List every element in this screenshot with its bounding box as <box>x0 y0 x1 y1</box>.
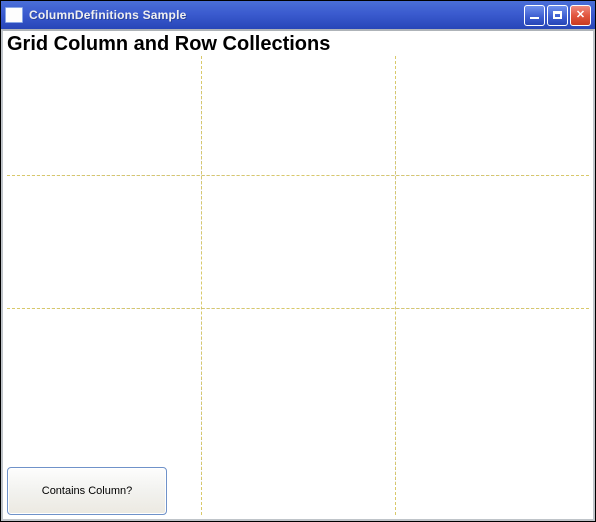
grid-vline <box>395 56 396 515</box>
grid-hline <box>7 308 589 309</box>
maximize-button[interactable] <box>547 5 568 26</box>
minimize-button[interactable] <box>524 5 545 26</box>
grid-hline <box>7 175 589 176</box>
title-bar: ColumnDefinitions Sample <box>1 1 595 29</box>
close-button[interactable] <box>570 5 591 26</box>
window-title: ColumnDefinitions Sample <box>29 8 186 22</box>
page-title: Grid Column and Row Collections <box>7 33 589 56</box>
client-area: Grid Column and Row Collections Contains… <box>1 29 595 521</box>
button-label: Contains Column? <box>42 485 133 497</box>
app-icon <box>5 7 23 23</box>
window-controls <box>524 5 591 26</box>
grid-lines <box>7 56 589 515</box>
contains-column-button[interactable]: Contains Column? <box>7 467 167 515</box>
app-window: ColumnDefinitions Sample Grid Column and… <box>0 0 596 522</box>
grid-vline <box>201 56 202 515</box>
grid-panel: Contains Column? <box>7 56 589 515</box>
